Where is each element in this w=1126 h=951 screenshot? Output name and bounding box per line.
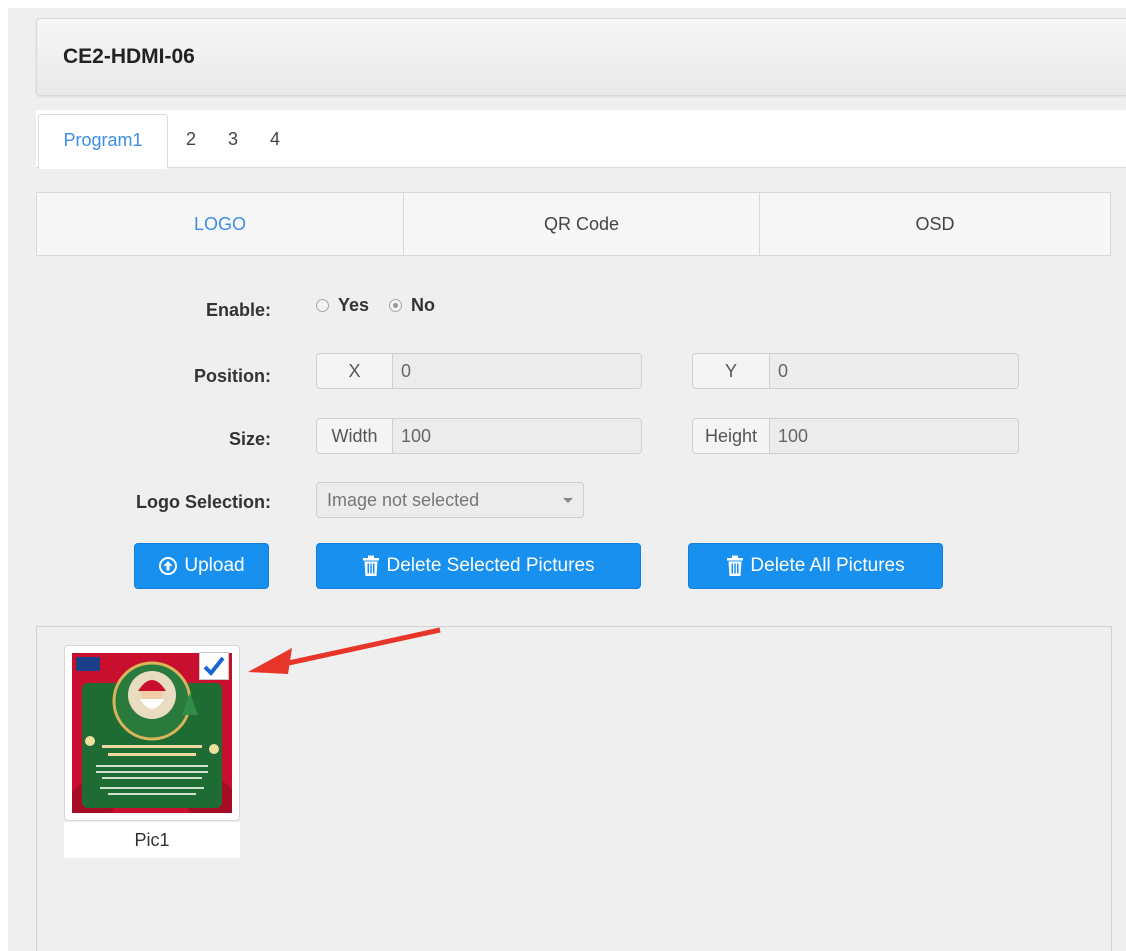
position-x-group: X	[316, 353, 642, 389]
tab-program3[interactable]: 3	[228, 110, 238, 168]
delete-selected-label: Delete Selected Pictures	[386, 555, 595, 576]
size-height-input[interactable]	[770, 419, 1018, 453]
tab-program4[interactable]: 4	[270, 110, 280, 168]
picture-label: Pic1	[64, 822, 240, 858]
size-height-group: Height	[692, 418, 1019, 454]
delete-all-label: Delete All Pictures	[750, 555, 905, 576]
enable-yes-label: Yes	[338, 295, 370, 315]
position-label: Position:	[194, 366, 271, 386]
upload-button[interactable]: Upload	[134, 543, 269, 589]
y-addon: Y	[693, 354, 770, 388]
enable-yes-radio[interactable]	[316, 299, 329, 312]
upload-button-label: Upload	[184, 555, 245, 576]
enable-yes-option[interactable]: Yes	[316, 295, 369, 316]
annotation-arrow	[248, 627, 441, 674]
tab-program2[interactable]: 2	[186, 110, 196, 168]
x-addon: X	[317, 354, 393, 388]
position-x-input[interactable]	[393, 354, 641, 388]
tab-logo[interactable]: LOGO	[37, 193, 404, 255]
width-addon: Width	[317, 419, 393, 453]
device-header: CE2-HDMI-06	[36, 18, 1126, 96]
tab-program1[interactable]: Program1	[38, 114, 168, 169]
selected-checkbox[interactable]	[199, 652, 229, 680]
enable-radio-group: Yes No	[316, 295, 455, 316]
trash-icon	[726, 555, 744, 577]
enable-no-option[interactable]: No	[389, 295, 435, 316]
logo-selection-label: Logo Selection:	[136, 492, 271, 512]
size-width-group: Width	[316, 418, 642, 454]
enable-no-label: No	[411, 295, 436, 315]
enable-no-radio[interactable]	[389, 299, 403, 312]
trash-icon	[362, 555, 380, 577]
position-y-group: Y	[692, 353, 1019, 389]
position-y-input[interactable]	[770, 354, 1018, 388]
chevron-down-icon	[563, 498, 573, 503]
logo-selection-select[interactable]: Image not selected	[316, 482, 584, 518]
checkmark-icon	[203, 656, 225, 676]
program-tabs: Program1 2 3 4	[36, 110, 1126, 169]
device-title: CE2-HDMI-06	[63, 45, 195, 68]
feature-tabs: LOGO QR Code OSD	[36, 192, 1111, 256]
size-width-input[interactable]	[393, 419, 641, 453]
height-addon: Height	[693, 419, 770, 453]
upload-icon	[158, 556, 178, 576]
delete-all-button[interactable]: Delete All Pictures	[688, 543, 943, 589]
size-label: Size:	[228, 429, 271, 449]
tab-qr-code[interactable]: QR Code	[404, 193, 760, 255]
tab-osd[interactable]: OSD	[760, 193, 1110, 255]
enable-label: Enable:	[205, 300, 271, 320]
logo-selection-value: Image not selected	[327, 490, 480, 510]
delete-selected-button[interactable]: Delete Selected Pictures	[316, 543, 641, 589]
picture-thumbnail[interactable]	[64, 645, 240, 821]
